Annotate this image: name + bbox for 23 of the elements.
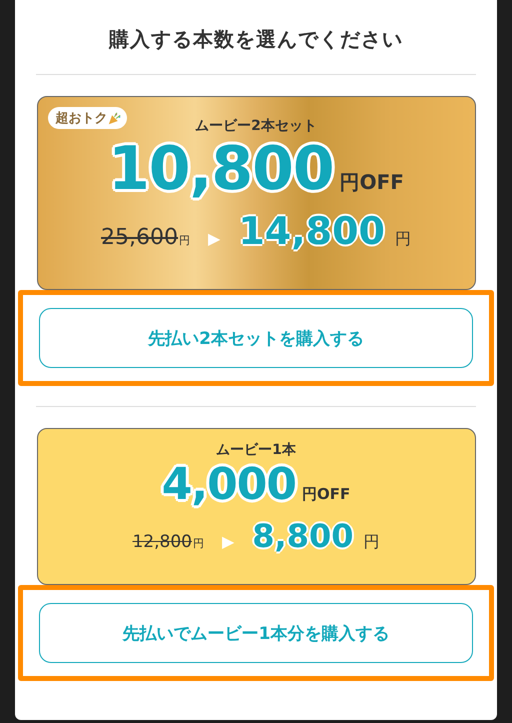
off-label: OFF [316,485,350,503]
sale-price-unit: 円 [364,532,380,553]
discount-unit: 円 [340,169,360,196]
off-label: OFF [360,170,404,194]
purchase-button[interactable]: 先払い2本セットを購入する [39,308,473,368]
sale-price: 14,800 [238,209,385,253]
original-price-unit: 円 [192,536,204,551]
arrow-icon: ▶ [222,532,234,551]
sale-price: 8,800 [252,517,354,555]
original-price: 12,800 [132,532,192,552]
original-price-unit: 円 [179,233,190,248]
party-popper-icon [108,112,120,124]
discount-amount: 4,000 [162,459,296,511]
plan-name: ムービー1本 [216,441,296,459]
arrow-icon: ▶ [208,229,220,248]
discount-unit: 円 [302,485,317,504]
discount-amount: 10,800 [108,135,334,203]
purchase-button[interactable]: 先払いでムービー1本分を購入する [39,603,473,663]
deal-badge: 超おトク [48,107,126,129]
page-title: 購入する本数を選んでください [109,26,403,53]
plan-name: ムービー2本セット [195,117,317,135]
sale-price-unit: 円 [394,229,411,250]
original-price: 25,600 [101,225,178,250]
